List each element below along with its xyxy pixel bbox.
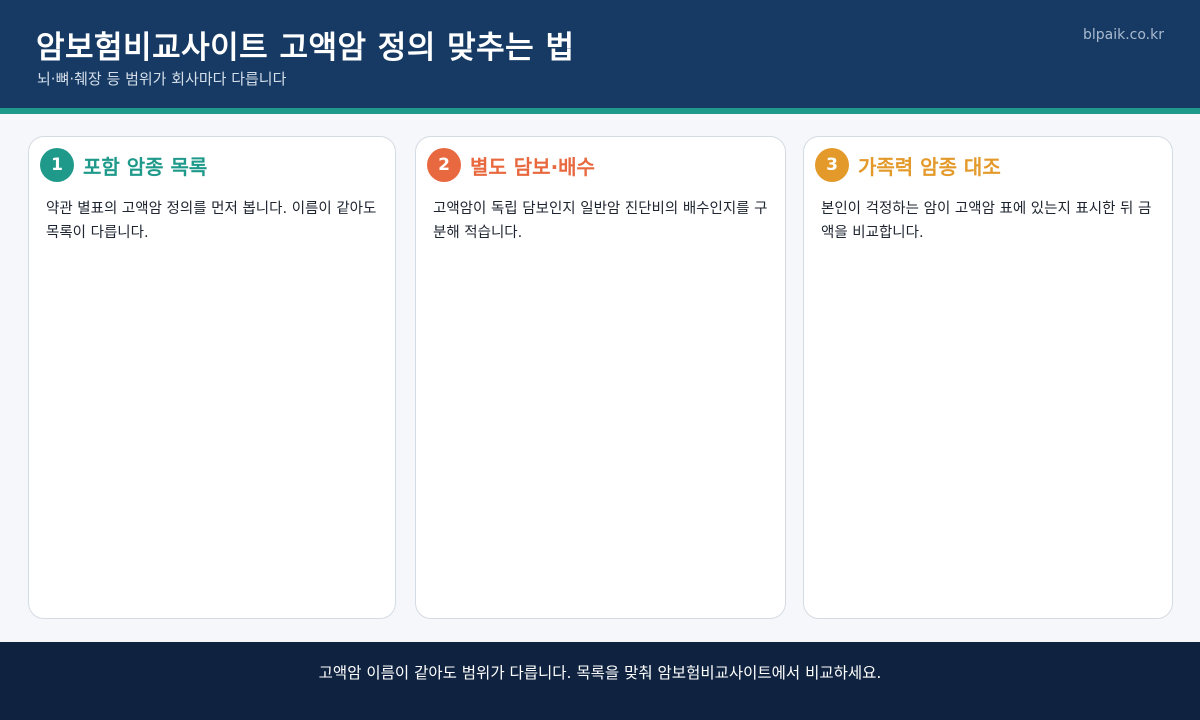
page-title: 암보험비교사이트 고액암 정의 맞추는 법 [36,30,575,66]
step-number-badge: 3 [815,148,849,182]
page-subtitle: 뇌·뼈·췌장 등 범위가 회사마다 다릅니다 [37,70,287,88]
card-separate-coverage-multiple: 2 별도 담보·배수 고액암이 독립 담보인지 일반암 진단비의 배수인지를 구… [415,136,786,619]
header-banner: 암보험비교사이트 고액암 정의 맞추는 법 뇌·뼈·췌장 등 범위가 회사마다 … [0,0,1200,114]
step-number-badge: 2 [427,148,461,182]
card-family-history-check: 3 가족력 암종 대조 본인이 걱정하는 암이 고액암 표에 있는지 표시한 뒤… [803,136,1173,619]
footer-banner: 고액암 이름이 같아도 범위가 다릅니다. 목록을 맞춰 암보험비교사이트에서 … [0,642,1200,720]
step-number-badge: 1 [40,148,74,182]
card-title: 가족력 암종 대조 [858,155,1001,179]
card-title: 별도 담보·배수 [470,155,595,179]
card-included-cancer-list: 1 포함 암종 목록 약관 별표의 고액암 정의를 먼저 봅니다. 이름이 같아… [28,136,396,619]
site-domain: blpaik.co.kr [1082,27,1164,43]
card-description: 고액암이 독립 담보인지 일반암 진단비의 배수인지를 구분해 적습니다. [433,201,768,241]
card-description: 약관 별표의 고액암 정의를 먼저 봅니다. 이름이 같아도 목록이 다릅니다. [46,201,377,241]
card-title: 포함 암종 목록 [83,155,208,179]
card-description: 본인이 걱정하는 암이 고액암 표에 있는지 표시한 뒤 금액을 비교합니다. [821,201,1152,241]
footer-message: 고액암 이름이 같아도 범위가 다릅니다. 목록을 맞춰 암보험비교사이트에서 … [318,664,882,682]
card-list: 1 포함 암종 목록 약관 별표의 고액암 정의를 먼저 봅니다. 이름이 같아… [28,136,1173,621]
